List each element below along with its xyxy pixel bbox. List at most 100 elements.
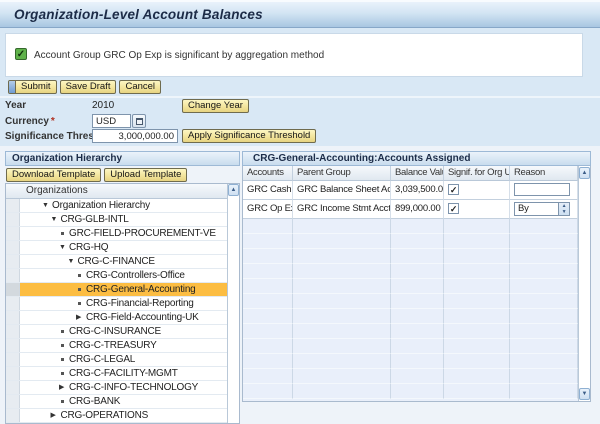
checked-checkbox-icon[interactable]: ✓ xyxy=(15,48,27,60)
tree-item-crg-bank[interactable]: CRG-BANK xyxy=(6,395,227,409)
col-header-accounts[interactable]: Accounts xyxy=(243,166,293,181)
tree-item-crg-c-treasury[interactable]: CRG-C-TREASURY xyxy=(6,339,227,353)
collapse-icon[interactable]: ▼ xyxy=(51,213,61,226)
tree-row-selector[interactable] xyxy=(6,227,20,240)
accounts-table-body: GRC CashGRC Balance Sheet Accts3,039,500… xyxy=(243,181,578,399)
tree-item-label: CRG-BANK xyxy=(69,396,120,407)
col-header-signif-for-org-unit[interactable]: Signif. for Org Unit xyxy=(444,166,510,181)
download-template-button[interactable]: Download Template xyxy=(6,168,101,182)
expand-icon[interactable]: ▶ xyxy=(59,381,69,394)
empty-cell xyxy=(243,249,293,264)
empty-cell xyxy=(243,339,293,354)
save-draft-button[interactable]: Save Draft xyxy=(60,80,117,94)
tree-row-selector[interactable] xyxy=(6,381,20,394)
empty-table-row xyxy=(243,384,578,399)
cell-signif-for-org-unit: ✓ xyxy=(444,181,510,200)
tree-row-selector[interactable] xyxy=(6,409,20,422)
tree-row-selector[interactable] xyxy=(6,255,20,268)
upload-template-button[interactable]: Upload Template xyxy=(104,168,187,182)
spinner-icon[interactable]: ▲▼ xyxy=(558,203,569,215)
value-help-icon[interactable] xyxy=(132,114,146,128)
significance-checkbox[interactable]: ✓ xyxy=(448,184,459,195)
collapse-icon[interactable]: ▼ xyxy=(59,241,69,254)
empty-cell xyxy=(444,294,510,309)
empty-cell xyxy=(444,369,510,384)
tree-item-crg-operations[interactable]: ▶CRG-OPERATIONS xyxy=(6,409,227,423)
tree-item-label: CRG-C-FINANCE xyxy=(78,256,155,267)
tree-item-label: CRG-Field-Accounting-UK xyxy=(86,312,199,323)
tree-item-crg-glb-intl[interactable]: ▼CRG-GLB-INTL xyxy=(6,213,227,227)
scroll-up-icon[interactable]: ▲ xyxy=(228,184,239,196)
apply-significance-threshold-button[interactable]: Apply Significance Threshold xyxy=(182,129,316,143)
tree-row-selector[interactable] xyxy=(6,283,20,296)
empty-cell xyxy=(293,369,391,384)
tree-row-selector[interactable] xyxy=(6,395,20,408)
tree-row-selector[interactable] xyxy=(6,199,20,212)
col-header-parent-group[interactable]: Parent Group xyxy=(293,166,391,181)
tree-item-label: CRG-C-TREASURY xyxy=(69,340,157,351)
cell-reason: By▲▼ xyxy=(510,200,578,219)
tree-scrollbar[interactable]: ▲ xyxy=(227,184,239,423)
cancel-button[interactable]: Cancel xyxy=(119,80,161,94)
submit-button[interactable]: Submit xyxy=(8,80,57,94)
tree-item-crg-field-accounting-uk[interactable]: ▶CRG-Field-Accounting-UK xyxy=(6,311,227,325)
expand-icon[interactable]: ▶ xyxy=(76,311,86,324)
empty-cell xyxy=(444,309,510,324)
form-section: Year 2010 Change Year Currency* Signific… xyxy=(0,98,600,146)
tree-row-selector[interactable] xyxy=(6,269,20,282)
tree-item-crg-controllers-office[interactable]: CRG-Controllers-Office xyxy=(6,269,227,283)
tree-row-selector[interactable] xyxy=(6,353,20,366)
tree-item-crg-c-legal[interactable]: CRG-C-LEGAL xyxy=(6,353,227,367)
tree-row-selector[interactable] xyxy=(6,367,20,380)
tree-row-selector[interactable] xyxy=(6,213,20,226)
expand-icon[interactable]: ▶ xyxy=(51,409,61,422)
empty-cell xyxy=(391,219,444,234)
tree-item-crg-hq[interactable]: ▼CRG-HQ xyxy=(6,241,227,255)
tree-row-selector[interactable] xyxy=(6,339,20,352)
empty-cell xyxy=(391,324,444,339)
tree-row-selector[interactable] xyxy=(6,241,20,254)
cell-parent-group: GRC Income Stmt Accts xyxy=(293,200,391,219)
reason-dropdown[interactable]: By▲▼ xyxy=(514,202,570,216)
tree-item-crg-general-accounting[interactable]: CRG-General-Accounting xyxy=(6,283,227,297)
tree-item-grc-field-procurement-ve[interactable]: GRC-FIELD-PROCUREMENT-VE xyxy=(6,227,227,241)
significance-checkbox[interactable]: ✓ xyxy=(448,203,459,214)
accounts-table-header: Accounts Parent Group Balance Value Sign… xyxy=(243,166,578,181)
tree-row-selector[interactable] xyxy=(6,297,20,310)
significance-threshold-input[interactable] xyxy=(92,129,178,143)
tree-item-crg-financial-reporting[interactable]: CRG-Financial-Reporting xyxy=(6,297,227,311)
collapse-icon[interactable]: ▼ xyxy=(42,199,52,212)
empty-cell xyxy=(510,324,578,339)
tree-item-cell: ▼Organization Hierarchy xyxy=(20,199,227,212)
empty-cell xyxy=(444,279,510,294)
accounts-scrollbar[interactable]: ▲ ▼ xyxy=(578,166,590,401)
empty-cell xyxy=(293,294,391,309)
tree-item-cell: GRC-FIELD-PROCUREMENT-VE xyxy=(20,227,227,240)
empty-cell xyxy=(510,369,578,384)
tree-item-crg-c-info-technology[interactable]: ▶CRG-C-INFO-TECHNOLOGY xyxy=(6,381,227,395)
collapse-icon[interactable]: ▼ xyxy=(68,255,78,268)
required-marker: * xyxy=(51,116,55,127)
tree-item-crg-c-finance[interactable]: ▼CRG-C-FINANCE xyxy=(6,255,227,269)
tree-item-label: CRG-Financial-Reporting xyxy=(86,298,194,309)
empty-cell xyxy=(391,279,444,294)
currency-input[interactable] xyxy=(92,114,131,128)
scroll-down-icon[interactable]: ▼ xyxy=(579,388,590,400)
tree-row-selector[interactable] xyxy=(6,325,20,338)
spinner-down-icon[interactable]: ▼ xyxy=(559,209,569,215)
tree-item-cell: CRG-Financial-Reporting xyxy=(20,297,227,310)
reason-input[interactable] xyxy=(514,183,570,196)
cell-accounts: GRC Cash xyxy=(243,181,293,200)
empty-cell xyxy=(243,234,293,249)
change-year-button[interactable]: Change Year xyxy=(182,99,249,113)
col-header-reason[interactable]: Reason xyxy=(510,166,578,181)
tree-item-label: GRC-FIELD-PROCUREMENT-VE xyxy=(69,228,216,239)
scroll-up-icon[interactable]: ▲ xyxy=(579,167,590,179)
tree-item-crg-c-insurance[interactable]: CRG-C-INSURANCE xyxy=(6,325,227,339)
tree-row-selector[interactable] xyxy=(6,311,20,324)
tree-item-organization hierarchy[interactable]: ▼Organization Hierarchy xyxy=(6,199,227,213)
tree-item-cell: CRG-C-INSURANCE xyxy=(20,325,227,338)
tree-item-crg-c-facility-mgmt[interactable]: CRG-C-FACILITY-MGMT xyxy=(6,367,227,381)
col-header-balance-value[interactable]: Balance Value xyxy=(391,166,444,181)
upper-section: ✓ Account Group GRC Op Exp is significan… xyxy=(0,28,600,96)
